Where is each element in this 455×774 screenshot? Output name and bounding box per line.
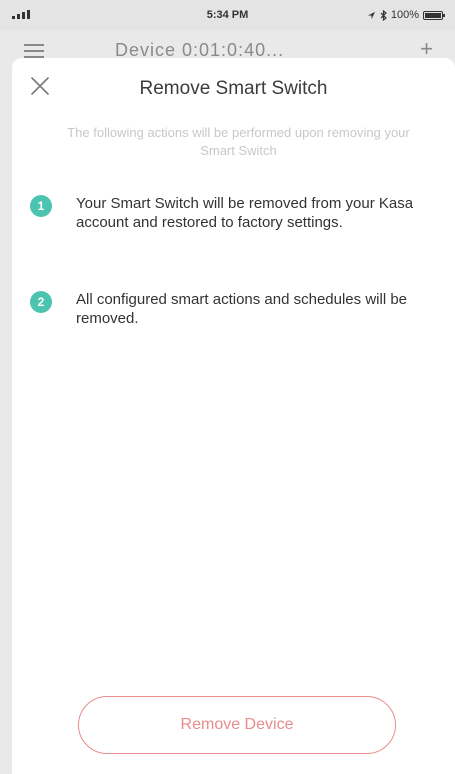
status-right: 100% xyxy=(367,9,445,21)
step-text: All configured smart actions and schedul… xyxy=(76,291,408,327)
bluetooth-icon xyxy=(380,9,387,21)
step-item-1: 1 Your Smart Switch will be removed from… xyxy=(30,194,443,232)
modal-title: Remove Smart Switch xyxy=(139,78,328,99)
battery-icon xyxy=(423,10,445,20)
status-bar: 5:34 PM 100% xyxy=(0,0,455,30)
step-text: Your Smart Switch will be removed from y… xyxy=(76,195,414,231)
step-item-2: 2 All configured smart actions and sched… xyxy=(30,290,443,328)
step-number-badge: 1 xyxy=(30,195,52,217)
step-number-badge: 2 xyxy=(30,291,52,313)
location-icon xyxy=(367,11,375,19)
modal-subtitle: The following actions will be performed … xyxy=(67,125,410,158)
battery-percent: 100% xyxy=(390,9,419,21)
remove-device-sheet: Remove Smart Switch The following action… xyxy=(12,58,455,774)
remove-device-button[interactable]: Remove Device xyxy=(78,696,396,754)
